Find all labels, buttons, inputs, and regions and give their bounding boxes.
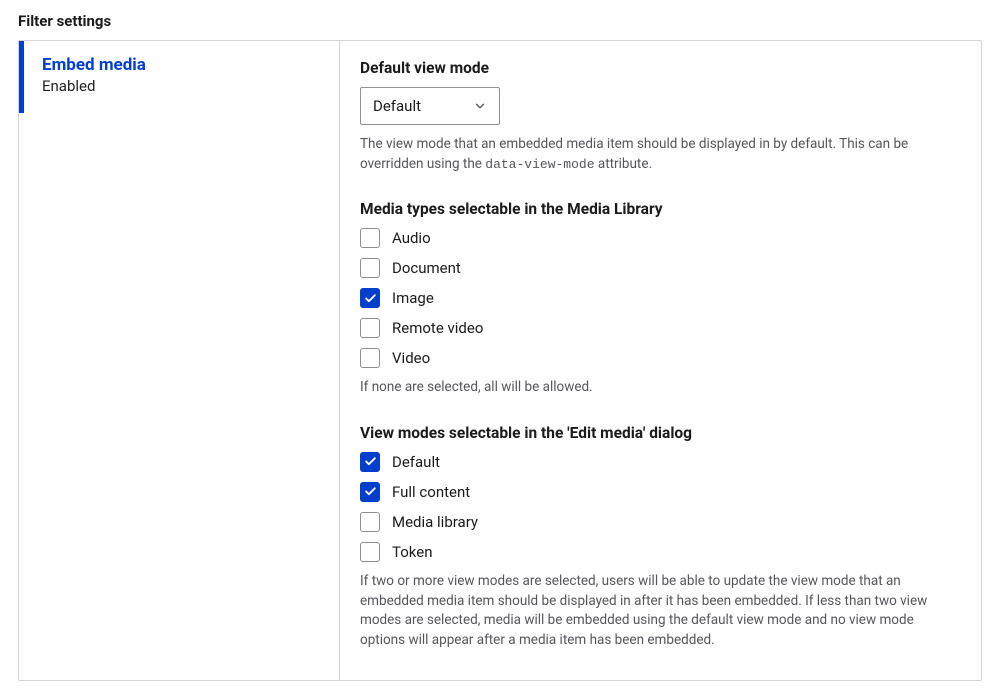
page-title: Filter settings [18,12,982,30]
tab-title: Embed media [42,55,321,75]
checkbox-label: Image [392,289,434,307]
checkbox-video[interactable]: Video [360,348,961,368]
checkbox-icon [360,542,380,562]
checkbox-icon [360,318,380,338]
media-types-group: Media types selectable in the Media Libr… [360,200,961,398]
checkbox-label: Remote video [392,319,483,337]
checkbox-label: Document [392,259,461,277]
tab-status: Enabled [42,77,321,95]
media-types-help: If none are selected, all will be allowe… [360,378,961,398]
checkbox-remote-video[interactable]: Remote video [360,318,961,338]
checkbox-image[interactable]: Image [360,288,961,308]
checkbox-view-full-content[interactable]: Full content [360,482,961,502]
view-modes-options: Default Full content Media library Token [360,452,961,562]
checkbox-label: Default [392,453,440,471]
filter-tabs-sidebar: Embed media Enabled [19,41,339,680]
view-modes-group: View modes selectable in the 'Edit media… [360,424,961,650]
select-value: Default [373,97,421,115]
checkbox-label: Audio [392,229,431,247]
chevron-down-icon [473,99,487,113]
checkbox-audio[interactable]: Audio [360,228,961,248]
default-view-mode-help: The view mode that an embedded media ite… [360,135,961,174]
checkbox-label: Full content [392,483,470,501]
checkbox-view-default[interactable]: Default [360,452,961,472]
checkbox-icon [360,288,380,308]
checkbox-view-media-library[interactable]: Media library [360,512,961,532]
settings-panel: Default view mode Default The view mode … [339,41,981,680]
settings-container: Embed media Enabled Default view mode De… [18,40,982,681]
checkbox-icon [360,452,380,472]
checkbox-icon [360,258,380,278]
default-view-mode-select[interactable]: Default [360,87,500,125]
tab-embed-media[interactable]: Embed media Enabled [19,41,339,113]
checkbox-label: Media library [392,513,478,531]
checkbox-document[interactable]: Document [360,258,961,278]
view-modes-heading: View modes selectable in the 'Edit media… [360,424,961,442]
checkbox-icon [360,482,380,502]
checkbox-label: Video [392,349,430,367]
checkbox-icon [360,512,380,532]
default-view-mode-heading: Default view mode [360,59,961,77]
checkbox-icon [360,228,380,248]
checkbox-view-token[interactable]: Token [360,542,961,562]
checkbox-label: Token [392,543,432,561]
view-modes-help: If two or more view modes are selected, … [360,572,961,650]
media-types-heading: Media types selectable in the Media Libr… [360,200,961,218]
media-types-options: Audio Document Image Remote video Video [360,228,961,368]
checkbox-icon [360,348,380,368]
